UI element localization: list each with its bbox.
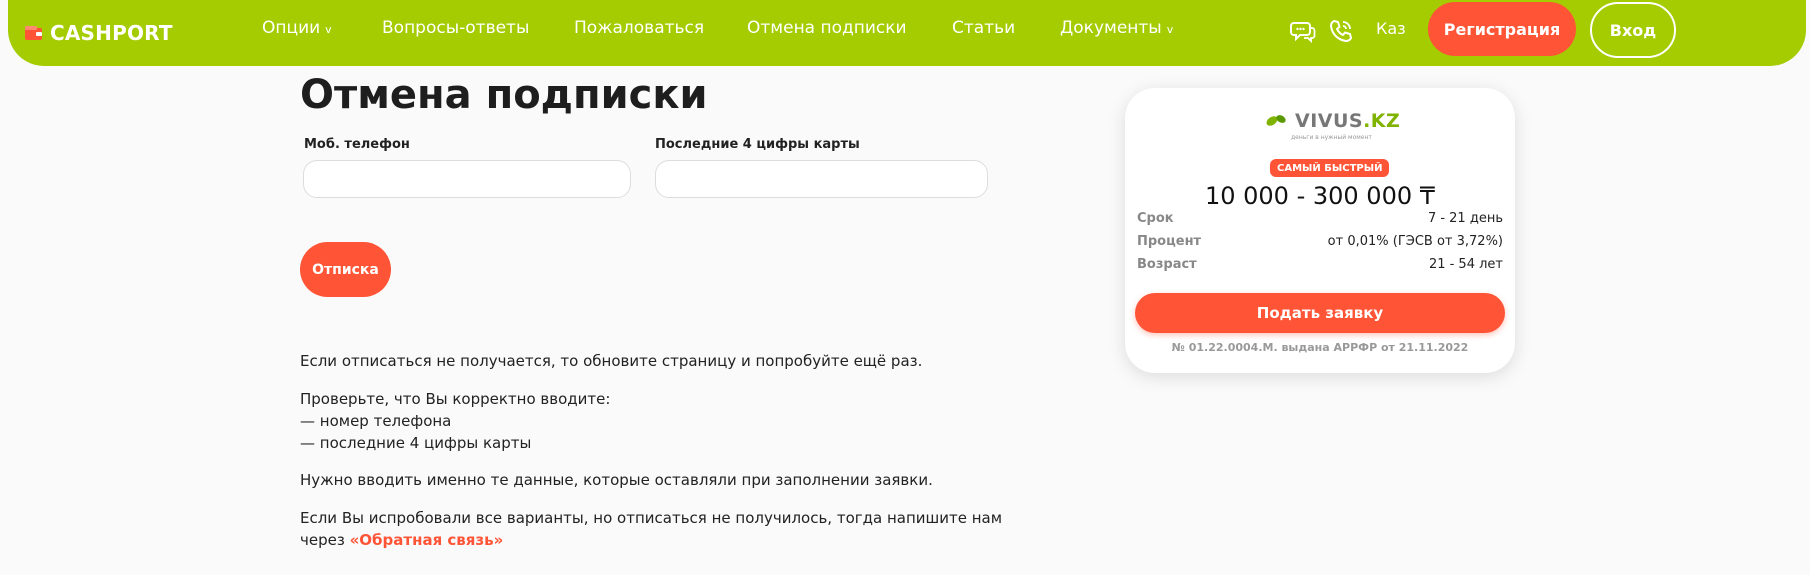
brand-tagline: деньги в нужный момент bbox=[1291, 134, 1372, 141]
card-digits-field-label: Последние 4 цифры карты bbox=[655, 137, 860, 152]
card-digits-input[interactable] bbox=[655, 160, 988, 198]
nav-label: Пожаловаться bbox=[574, 18, 705, 38]
phone-input[interactable] bbox=[303, 160, 631, 198]
check-instructions-line: Проверьте, что Вы корректно вводите: bbox=[300, 390, 611, 408]
nav-item-faq[interactable]: Вопросы-ответы bbox=[382, 18, 529, 38]
register-button[interactable]: Регистрация bbox=[1428, 2, 1576, 56]
feedback-text-line: через «Обратная связь» bbox=[300, 529, 1002, 551]
nav-item-complain[interactable]: Пожаловаться bbox=[574, 18, 704, 38]
status-badge: САМЫЙ БЫСТРЫЙ bbox=[1270, 159, 1390, 177]
license-text: № 01.22.0004.М. выдана АРРФР от 21.11.20… bbox=[1171, 341, 1469, 354]
row-key: Возраст bbox=[1137, 257, 1197, 272]
nav-item-unsubscribe[interactable]: Отмена подписки bbox=[747, 18, 907, 38]
row-key: Срок bbox=[1137, 211, 1174, 226]
check-instructions-line: — последние 4 цифры карты bbox=[300, 434, 532, 452]
feedback-text: через bbox=[300, 531, 345, 549]
nav-label: Отмена подписки bbox=[747, 18, 907, 38]
brand-main: VIVUS bbox=[1295, 110, 1364, 132]
row-value: от 0,01% (ГЭСВ от 3,72%) bbox=[1327, 234, 1503, 249]
nav-label: Документы bbox=[1060, 18, 1162, 38]
language-switch[interactable]: Каз bbox=[1376, 19, 1406, 38]
nav-item-articles[interactable]: Статьи bbox=[952, 18, 1015, 38]
feedback-paragraph: Если Вы испробовали все варианты, но отп… bbox=[300, 507, 1002, 551]
offer-row-rate: Процент от 0,01% (ГЭСВ от 3,72%) bbox=[1137, 234, 1503, 249]
nav-label: Вопросы-ответы bbox=[382, 18, 530, 38]
feedback-text-line: Если Вы испробовали все варианты, но отп… bbox=[300, 509, 1003, 527]
offer-card: VIVUS.KZ деньги в нужный момент САМЫЙ БЫ… bbox=[1125, 88, 1515, 373]
check-instructions-line: — номер телефона bbox=[300, 412, 452, 430]
loan-amount: 10 000 - 300 000 ₸ bbox=[1204, 182, 1436, 210]
feedback-link[interactable]: «Обратная связь» bbox=[350, 531, 504, 549]
chat-icon[interactable] bbox=[1290, 18, 1316, 44]
nav-label: Опции bbox=[262, 18, 321, 38]
vivus-logo[interactable]: VIVUS.KZ деньги в нужный момент bbox=[1265, 110, 1400, 141]
info-paragraph: Если отписаться не получается, то обнови… bbox=[300, 352, 923, 370]
site-header: CASHPORT Опции v Вопросы-ответы Пожалова… bbox=[8, 0, 1806, 66]
nav-item-documents[interactable]: Документы v bbox=[1060, 18, 1173, 38]
offer-row-age: Возраст 21 - 54 лет bbox=[1137, 257, 1503, 272]
phone-icon[interactable] bbox=[1328, 18, 1354, 44]
row-value: 21 - 54 лет bbox=[1428, 257, 1503, 272]
phone-field-label: Моб. телефон bbox=[304, 137, 410, 152]
row-key: Процент bbox=[1137, 234, 1202, 249]
row-value: 7 - 21 день bbox=[1427, 211, 1503, 226]
brand-suffix: .KZ bbox=[1363, 110, 1401, 132]
nav-item-options[interactable]: Опции v bbox=[262, 18, 332, 38]
page-title: Отмена подписки bbox=[300, 72, 708, 118]
check-instructions: Проверьте, что Вы корректно вводите: — н… bbox=[300, 388, 610, 454]
login-button[interactable]: Вход bbox=[1590, 2, 1676, 58]
info-paragraph: Нужно вводить именно те данные, которые … bbox=[300, 471, 933, 489]
leaf-icon bbox=[1266, 115, 1286, 126]
chevron-down-icon: v bbox=[325, 23, 332, 36]
nav-label: Статьи bbox=[952, 18, 1016, 38]
unsubscribe-button[interactable]: Отписка bbox=[300, 242, 391, 297]
offer-row-term: Срок 7 - 21 день bbox=[1137, 211, 1503, 226]
chevron-down-icon: v bbox=[1166, 23, 1174, 36]
apply-button[interactable]: Подать заявку bbox=[1135, 293, 1505, 333]
vivus-wordmark: VIVUS.KZ bbox=[1295, 110, 1400, 132]
